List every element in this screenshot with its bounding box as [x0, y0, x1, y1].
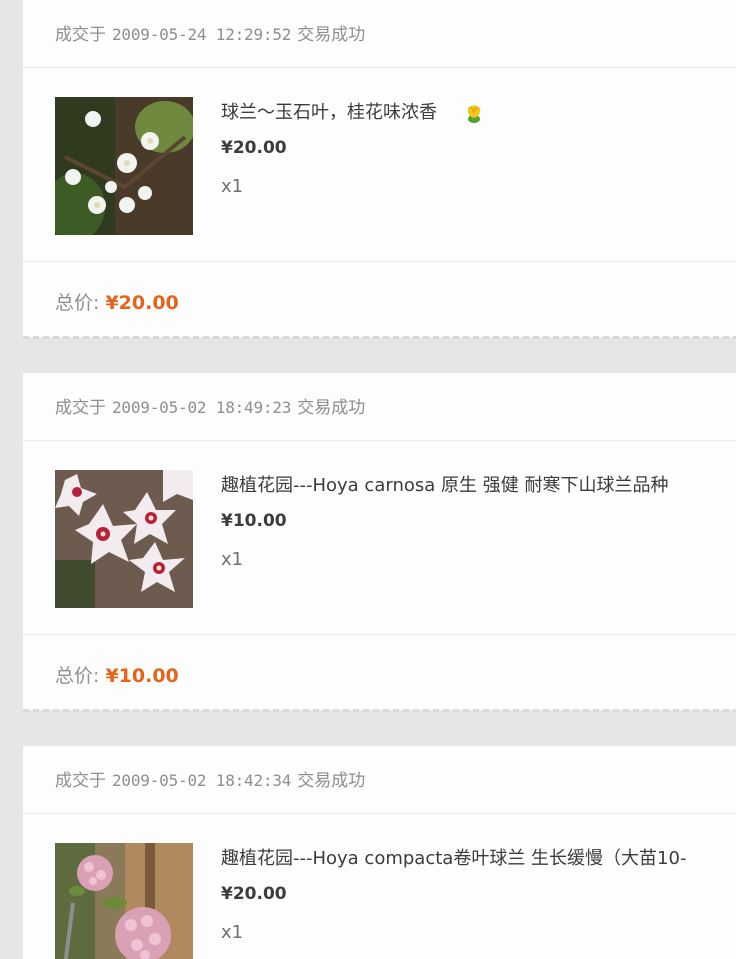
- order-status: 交易成功: [297, 771, 366, 791]
- order-item[interactable]: 趣植花园---Hoya compacta卷叶球兰 生长缓慢（大苗10- ¥20.…: [23, 814, 736, 959]
- product-title[interactable]: 趣植花园---Hoya carnosa 原生 强健 耐寒下山球兰品种: [221, 471, 668, 497]
- card-divider: [23, 336, 736, 339]
- product-title[interactable]: 趣植花园---Hoya compacta卷叶球兰 生长缓慢（大苗10-: [221, 844, 686, 870]
- order-card[interactable]: 成交于 2009-05-02 18:49:23 交易成功 趣植花园---Hoya…: [23, 373, 736, 712]
- order-status: 交易成功: [297, 25, 366, 45]
- flower-badge-icon: [467, 105, 481, 123]
- product-thumbnail[interactable]: [55, 97, 193, 235]
- product-thumbnail[interactable]: [55, 843, 193, 959]
- order-item[interactable]: 球兰～玉石叶，桂花味浓香 ¥20.00 x1: [23, 68, 736, 262]
- product-thumbnail[interactable]: [55, 470, 193, 608]
- pink-hoya-carnosa-photo-icon: [55, 470, 193, 608]
- order-date: 2009-05-02 18:49:23: [112, 398, 292, 417]
- order-date: 2009-05-02 18:42:34: [112, 771, 292, 790]
- card-divider: [23, 709, 736, 712]
- order-status: 交易成功: [297, 398, 366, 418]
- header-prefix: 成交于: [55, 398, 106, 418]
- left-gutter: [0, 0, 22, 959]
- product-quantity: x1: [221, 549, 244, 570]
- order-timestamp: 成交于 2009-05-02 18:49:23 交易成功: [55, 393, 365, 418]
- order-item[interactable]: 趣植花园---Hoya carnosa 原生 强健 耐寒下山球兰品种 ¥10.0…: [23, 441, 736, 635]
- product-price: ¥20.00: [221, 884, 287, 904]
- pink-hoya-compacta-photo-icon: [55, 843, 193, 959]
- product-title-row[interactable]: 球兰～玉石叶，桂花味浓香: [221, 98, 485, 124]
- white-hoya-flower-photo-icon: [55, 97, 193, 235]
- header-prefix: 成交于: [55, 25, 106, 45]
- product-title[interactable]: 球兰～玉石叶，桂花味浓香: [221, 102, 437, 123]
- order-date: 2009-05-24 12:29:52: [112, 25, 292, 44]
- total-value: ¥20.00: [105, 292, 179, 314]
- order-total: 总价: ¥20.00: [55, 288, 179, 315]
- order-footer: 总价: ¥20.00: [23, 262, 736, 339]
- order-card[interactable]: 成交于 2009-05-24 12:29:52 交易成功 球兰～玉石叶，桂花味浓…: [23, 0, 736, 339]
- total-label: 总价:: [55, 292, 100, 314]
- order-timestamp: 成交于 2009-05-02 18:42:34 交易成功: [55, 766, 365, 791]
- header-prefix: 成交于: [55, 771, 106, 791]
- order-header: 成交于 2009-05-02 18:49:23 交易成功: [23, 373, 736, 441]
- product-quantity: x1: [221, 922, 244, 943]
- order-header: 成交于 2009-05-02 18:42:34 交易成功: [23, 746, 736, 814]
- product-price: ¥20.00: [221, 138, 287, 158]
- product-price: ¥10.00: [221, 511, 287, 531]
- total-value: ¥10.00: [105, 665, 179, 687]
- order-total: 总价: ¥10.00: [55, 661, 179, 688]
- product-quantity: x1: [221, 176, 244, 197]
- total-label: 总价:: [55, 665, 100, 687]
- order-header: 成交于 2009-05-24 12:29:52 交易成功: [23, 0, 736, 68]
- order-footer: 总价: ¥10.00: [23, 635, 736, 712]
- order-card[interactable]: 成交于 2009-05-02 18:42:34 交易成功 趣植花园---Hoya…: [23, 746, 736, 959]
- order-timestamp: 成交于 2009-05-24 12:29:52 交易成功: [55, 20, 365, 45]
